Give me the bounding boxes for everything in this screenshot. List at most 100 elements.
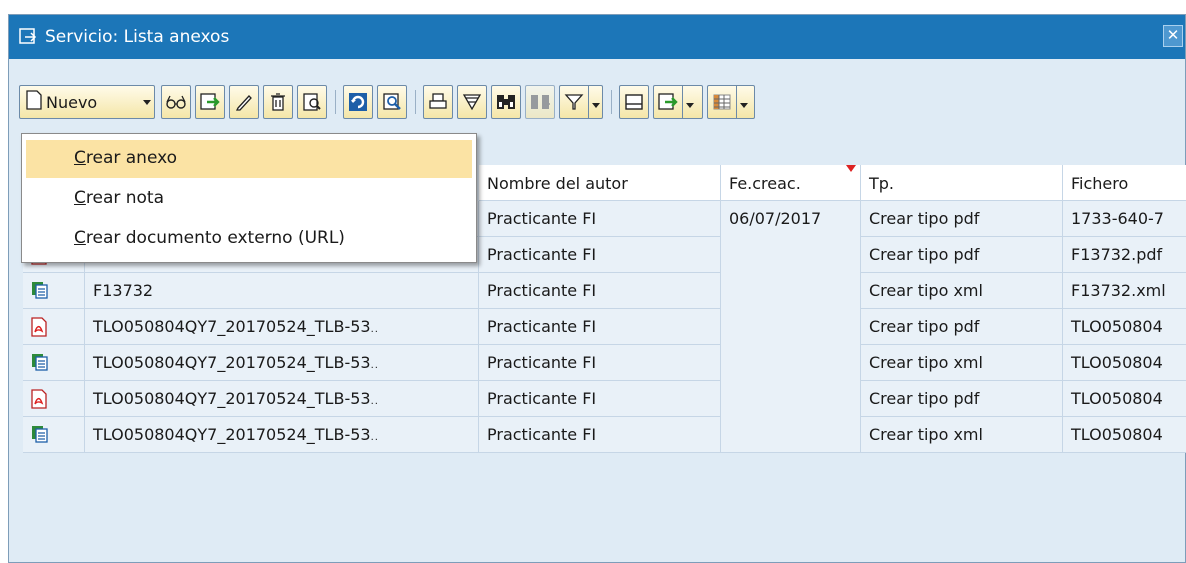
details-button[interactable] (377, 85, 407, 119)
row-icon-cell[interactable] (23, 273, 85, 309)
row-icon-cell[interactable] (23, 417, 85, 453)
pdf-file-icon (31, 317, 47, 341)
row-file-cell[interactable]: F13732.xml (1063, 273, 1186, 309)
row-file-cell[interactable]: TLO050804 (1063, 345, 1186, 381)
row-icon-cell[interactable] (23, 381, 85, 417)
layout-grid-icon (712, 93, 732, 111)
attachments-window: Servicio: Lista anexos ✕ Nuevo Nombre de… (8, 14, 1186, 563)
row-title: TLO050804QY7_20170524_TLB-53 (93, 317, 371, 336)
details-icon (382, 92, 402, 112)
header-date[interactable]: Fe.creac. (721, 165, 861, 201)
row-title: F13732 (93, 281, 154, 300)
find-button[interactable] (491, 85, 521, 119)
row-author-cell[interactable]: Practicante FI (479, 237, 721, 273)
row-title-cell[interactable]: TLO050804QY7_20170524_TLB-53.. (85, 381, 479, 417)
row-title: TLO050804QY7_20170524_TLB-53 (93, 389, 371, 408)
export-button[interactable] (195, 85, 225, 119)
row-title: TLO050804QY7_20170524_TLB-53 (93, 425, 371, 444)
row-author-cell[interactable]: Practicante FI (479, 201, 721, 237)
menu-item-crear-nota[interactable]: Crear nota (26, 180, 472, 218)
refresh-icon (348, 92, 368, 112)
toolbar-separator (611, 90, 612, 114)
row-author-cell[interactable]: Practicante FI (479, 417, 721, 453)
sort-icon (462, 92, 482, 112)
close-button[interactable]: ✕ (1163, 25, 1183, 47)
header-date-label: Fe.creac. (729, 174, 801, 193)
find-next-button[interactable] (525, 85, 555, 119)
header-author[interactable]: Nombre del autor (479, 165, 721, 201)
print-button[interactable] (423, 85, 453, 119)
row-author-cell[interactable]: Practicante FI (479, 309, 721, 345)
trash-icon (269, 92, 287, 112)
menu-item-crear-documento-externo[interactable]: Crear documento externo (URL) (26, 220, 472, 258)
xml-file-icon (31, 426, 49, 447)
row-title-cell[interactable]: TLO050804QY7_20170524_TLB-53.. (85, 345, 479, 381)
row-icon-cell[interactable] (23, 309, 85, 345)
chevron-down-icon (143, 100, 151, 105)
print-layout-icon (624, 92, 644, 112)
row-file-cell[interactable]: TLO050804 (1063, 417, 1186, 453)
row-type-cell[interactable]: Crear tipo xml (861, 417, 1063, 453)
row-author-cell[interactable]: Practicante FI (479, 345, 721, 381)
row-file-cell[interactable]: 1733-640-7 (1063, 201, 1186, 237)
window-icon (19, 27, 39, 47)
filter-icon (564, 92, 584, 112)
display-button[interactable] (161, 85, 191, 119)
row-type-cell[interactable]: Crear tipo pdf (861, 201, 1063, 237)
find-icon (495, 92, 517, 112)
sort-descending-icon (846, 165, 856, 172)
close-icon: ✕ (1166, 26, 1180, 44)
nuevo-button[interactable]: Nuevo (19, 85, 155, 119)
row-file-cell[interactable]: TLO050804 (1063, 381, 1186, 417)
row-type-cell[interactable]: Crear tipo pdf (861, 381, 1063, 417)
menu-item-crear-anexo[interactable]: Crear anexo (26, 140, 472, 178)
row-type-cell[interactable]: Crear tipo xml (861, 345, 1063, 381)
date-cell[interactable]: 06/07/2017 (721, 201, 861, 453)
row-title-cell[interactable]: F13732 (85, 273, 479, 309)
truncation-indicator: .. (370, 432, 379, 443)
delete-button[interactable] (263, 85, 293, 119)
truncation-indicator: .. (370, 396, 379, 407)
filter-button[interactable] (559, 85, 589, 119)
header-file[interactable]: Fichero (1063, 165, 1186, 201)
row-author-cell[interactable]: Practicante FI (479, 273, 721, 309)
xml-file-icon (31, 282, 49, 303)
new-document-icon (26, 90, 42, 114)
glasses-icon (165, 94, 187, 110)
toolbar: Nuevo (15, 85, 1015, 121)
print-layout-button[interactable] (619, 85, 649, 119)
nuevo-label: Nuevo (46, 92, 98, 112)
row-title-cell[interactable]: TLO050804QY7_20170524_TLB-53.. (85, 417, 479, 453)
row-author-cell[interactable]: Practicante FI (479, 381, 721, 417)
row-file-cell[interactable]: TLO050804 (1063, 309, 1186, 345)
row-type-cell[interactable]: Crear tipo xml (861, 273, 1063, 309)
export-dropdown-button[interactable] (683, 85, 703, 119)
title-bar: Servicio: Lista anexos ✕ (9, 15, 1185, 59)
window-title: Servicio: Lista anexos (45, 27, 230, 47)
refresh-button[interactable] (343, 85, 373, 119)
header-type[interactable]: Tp. (861, 165, 1063, 201)
copy-export-icon (199, 92, 221, 112)
export-menu-button[interactable] (653, 85, 683, 119)
layout-dropdown-button[interactable] (737, 85, 755, 119)
row-type-cell[interactable]: Crear tipo pdf (861, 237, 1063, 273)
truncation-indicator: .. (370, 324, 379, 335)
export-icon (657, 92, 679, 112)
truncation-indicator: .. (370, 360, 379, 371)
attributes-button[interactable] (297, 85, 327, 119)
row-file-cell[interactable]: F13732.pdf (1063, 237, 1186, 273)
row-title: TLO050804QY7_20170524_TLB-53 (93, 353, 371, 372)
edit-button[interactable] (229, 85, 259, 119)
toolbar-separator (415, 90, 416, 114)
pencil-icon (234, 92, 254, 112)
attributes-icon (302, 92, 322, 112)
row-type-cell[interactable]: Crear tipo pdf (861, 309, 1063, 345)
pdf-file-icon (31, 389, 47, 413)
print-icon (428, 92, 448, 112)
sort-button[interactable] (457, 85, 487, 119)
row-icon-cell[interactable] (23, 345, 85, 381)
layout-button[interactable] (707, 85, 737, 119)
toolbar-separator (335, 90, 336, 114)
filter-dropdown-button[interactable] (589, 85, 603, 119)
row-title-cell[interactable]: TLO050804QY7_20170524_TLB-53.. (85, 309, 479, 345)
